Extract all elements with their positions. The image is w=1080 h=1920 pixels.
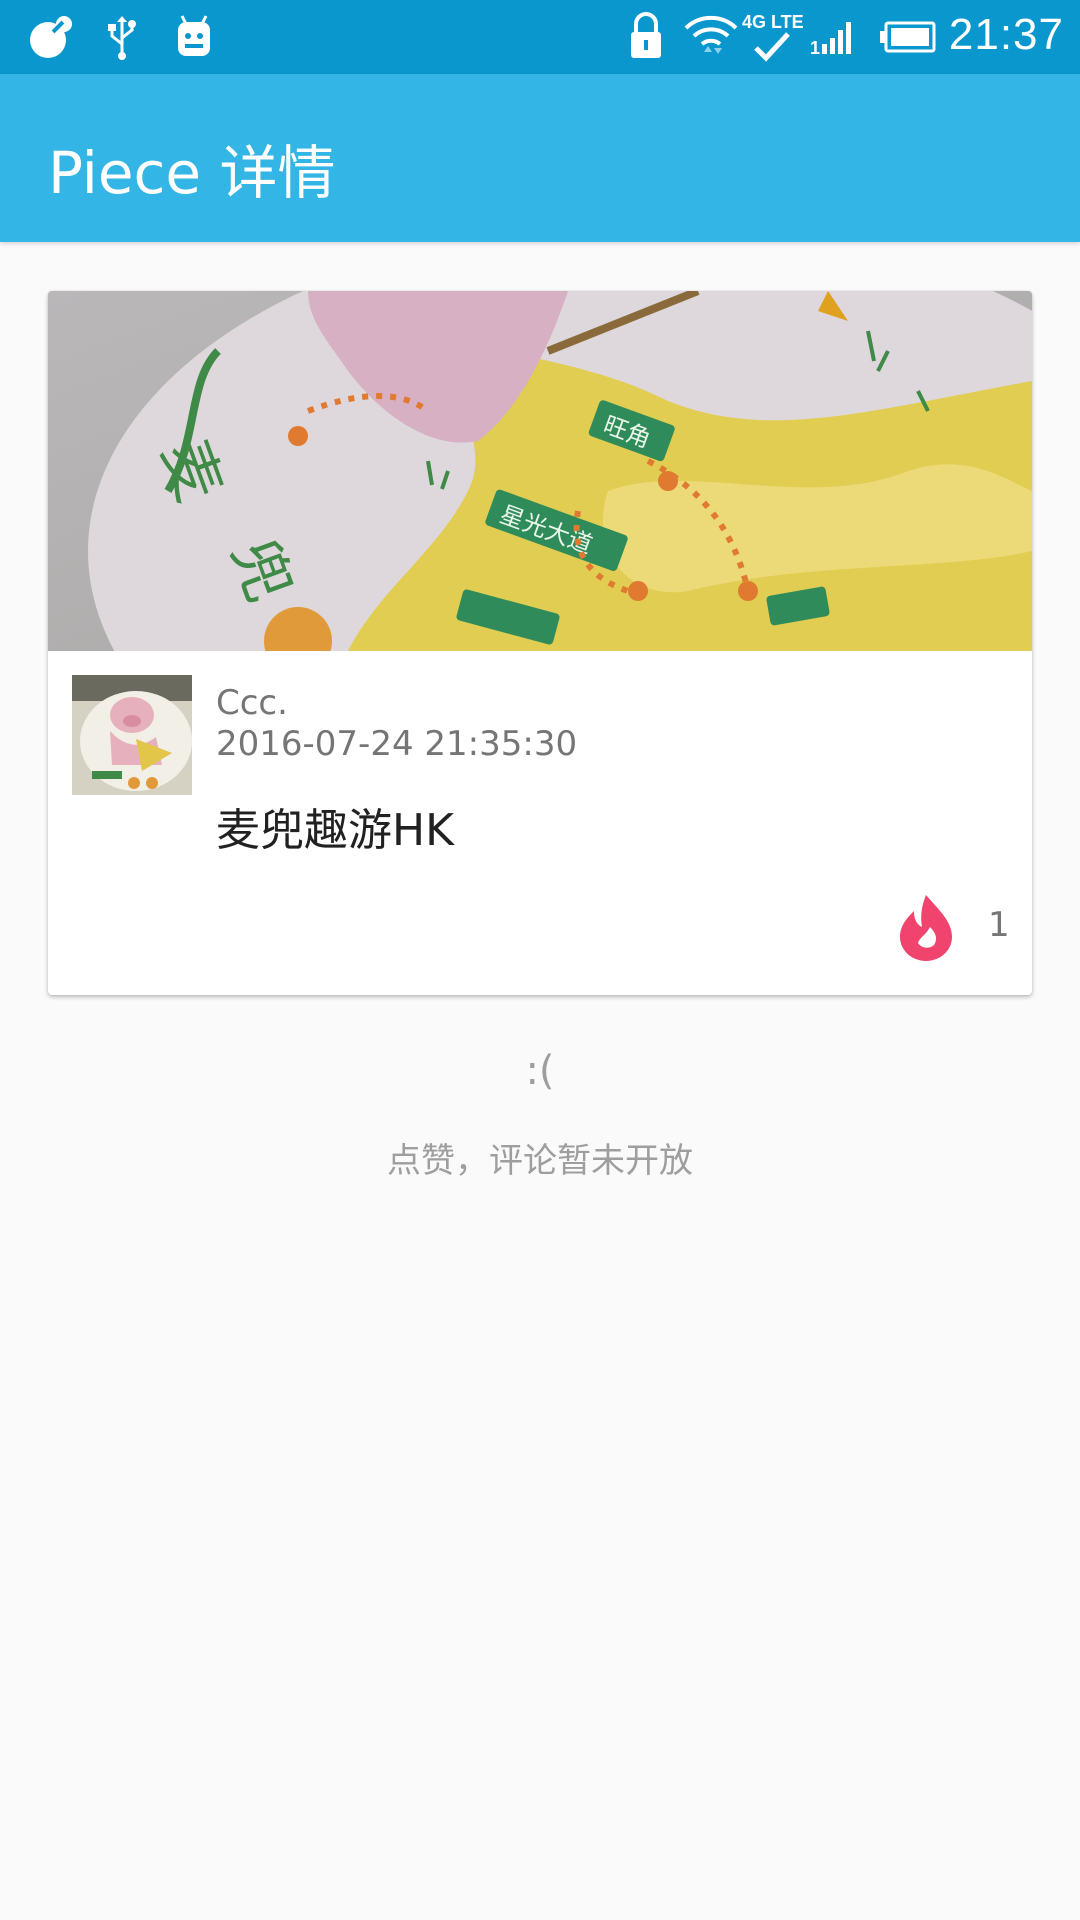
empty-state-face: :(	[525, 1048, 555, 1094]
usb-icon	[104, 16, 140, 65]
cell-signal-icon: 1	[810, 18, 858, 63]
notification-icon	[28, 14, 76, 65]
android-debug-icon	[174, 14, 214, 63]
network-type-label: 4G LTE	[742, 12, 804, 32]
cover-image[interactable]: 麦 兜 旺角 星光大道	[48, 291, 1032, 881]
lte-signal-icon	[752, 32, 792, 69]
status-clock: 21:37	[948, 10, 1064, 59]
post-timestamp: 2016-07-24 21:35:30	[216, 724, 578, 764]
like-count: 1	[988, 905, 1010, 945]
battery-icon	[878, 20, 938, 59]
wifi-icon	[682, 10, 740, 69]
post-content: 麦兜趣游HK	[216, 805, 454, 856]
flame-icon	[900, 895, 952, 961]
comments-closed-message: 点赞，评论暂未开放	[387, 1141, 693, 1181]
like-button[interactable]	[896, 891, 956, 963]
page-title: Piece 详情	[48, 139, 336, 207]
piece-card[interactable]: 麦 兜 旺角 星光大道 Ccc. 2016-07-24 21:35:30 麦兜趣…	[48, 291, 1032, 995]
lock-icon	[628, 12, 664, 65]
avatar[interactable]	[72, 675, 192, 795]
status-bar: 4G LTE 1 21:37	[0, 0, 1080, 74]
svg-text:1: 1	[810, 38, 820, 58]
author-name[interactable]: Ccc.	[216, 683, 288, 723]
app-bar: Piece 详情	[0, 74, 1080, 242]
